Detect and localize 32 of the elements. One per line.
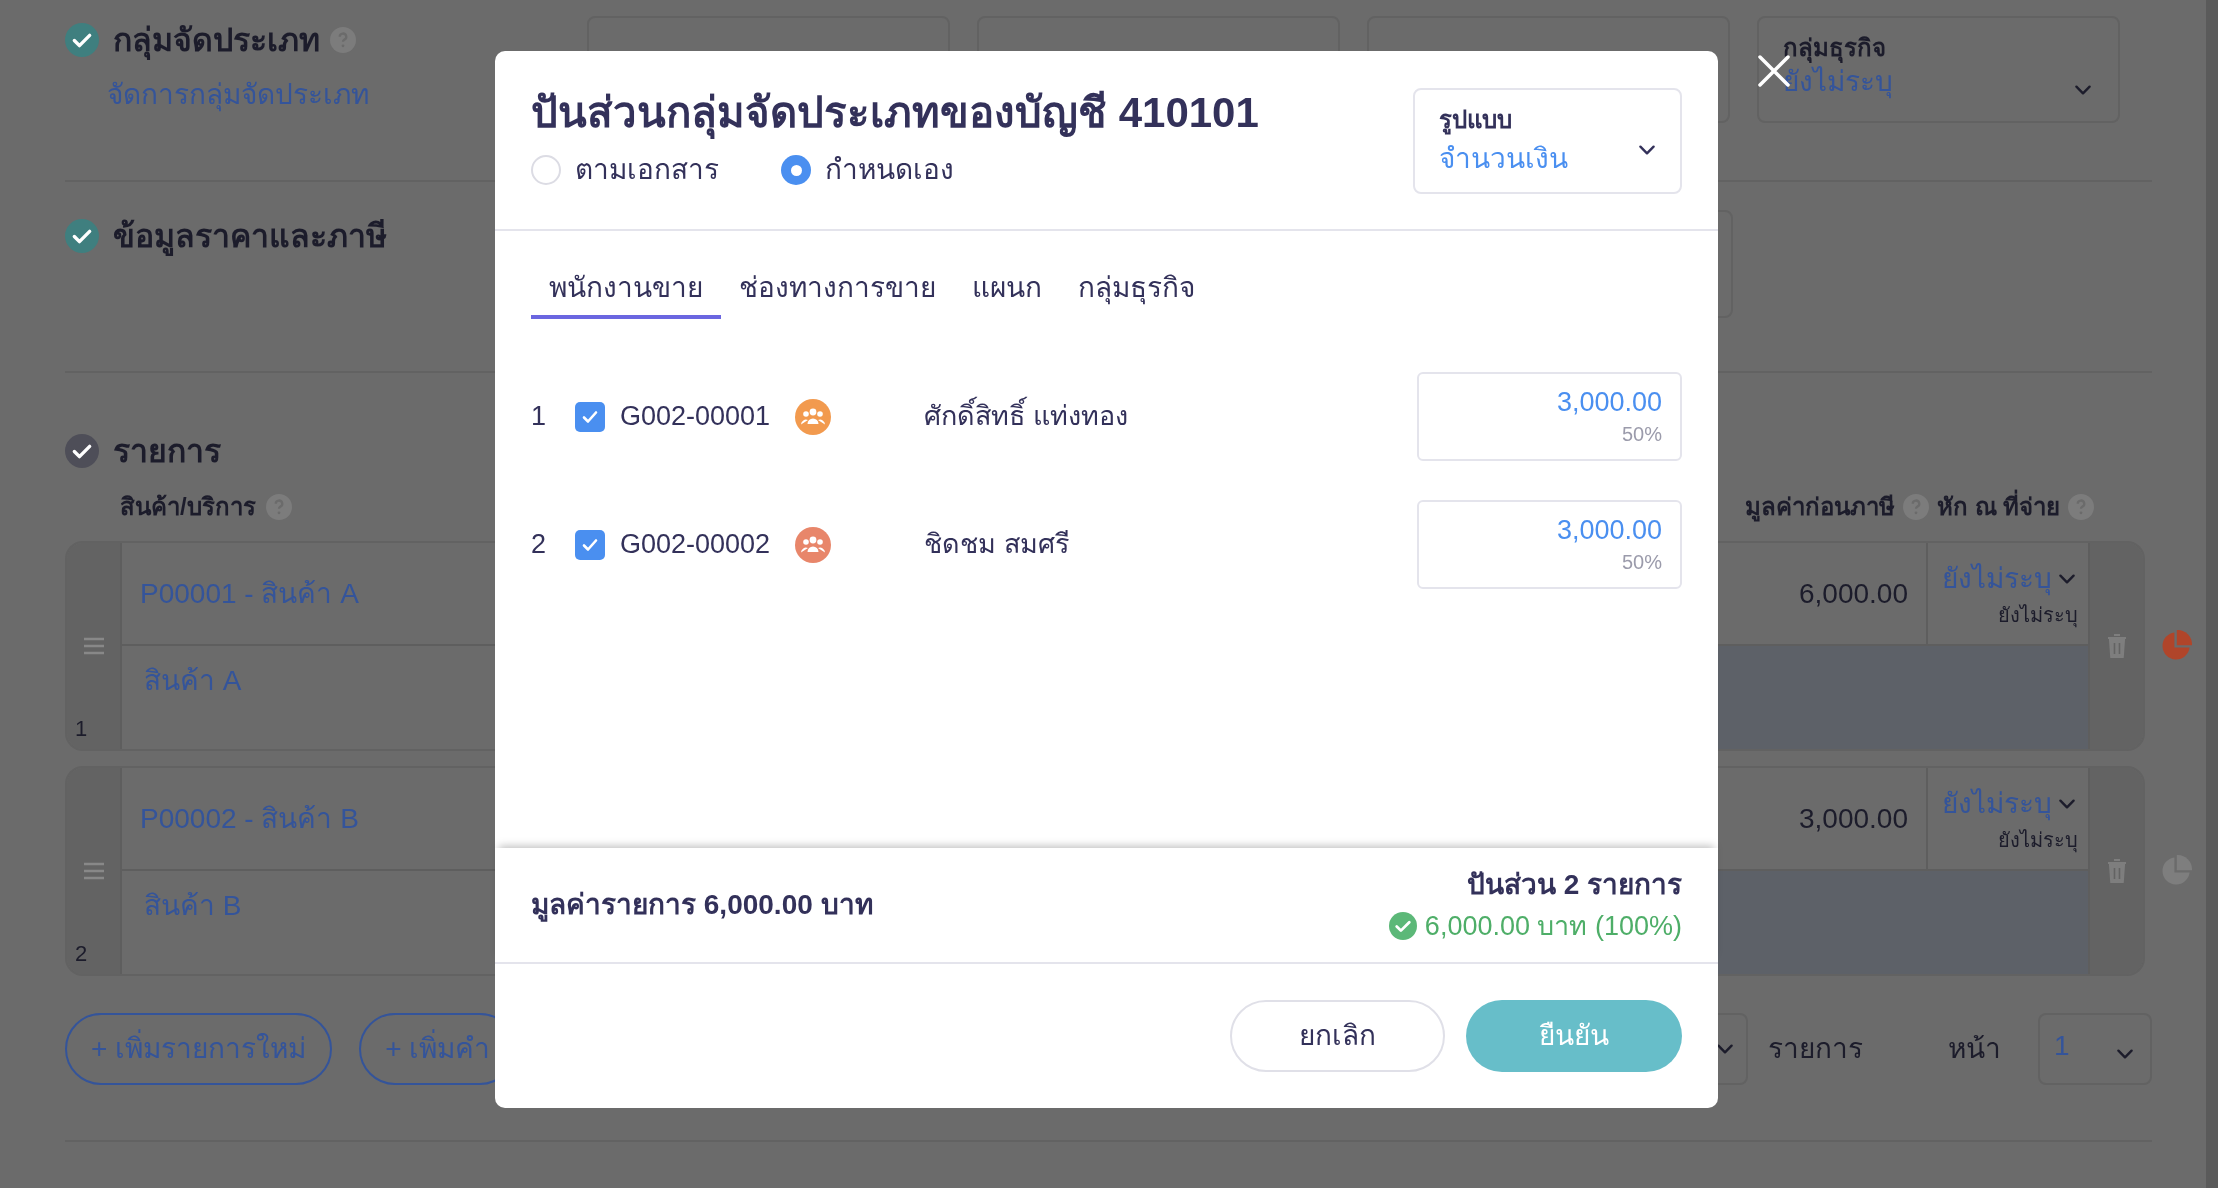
section-title: ข้อมูลราคาและภาษี xyxy=(113,217,387,258)
withholding-note: ยังไม่ระบุ xyxy=(1998,602,2078,630)
field-value: จำนวนเงิน xyxy=(1439,142,1568,176)
field-value: ยังไม่ระบุ xyxy=(1783,66,1893,98)
radio-label: ตามเอกสาร xyxy=(575,153,719,187)
section-title: กลุ่มจัดประเภท xyxy=(113,21,320,62)
amount-cell-text: 3,000.00 xyxy=(1799,801,1908,836)
radio-label: กำหนดเอง xyxy=(825,153,954,187)
withholding-note: ยังไม่ระบุ xyxy=(1998,827,2078,855)
amount-cell-text: 6,000.00 xyxy=(1799,576,1908,611)
salesperson-name: ศักดิ์สิทธิ์ แท่งทอง xyxy=(924,396,1417,437)
percent-label: 50% xyxy=(1621,549,1662,575)
allocation-status: 6,000.00 บาท (100%) xyxy=(1424,909,1682,943)
salesperson-name: ชิดชม สมศรี xyxy=(924,528,1071,562)
row-number: 1 xyxy=(75,715,88,743)
row-number: 1 xyxy=(531,400,548,434)
percent-label: 50% xyxy=(1621,421,1662,447)
allocation-summary: ปันส่วน 2 รายการ xyxy=(1466,867,1682,902)
group-code: G002-00002 xyxy=(620,528,772,562)
row-number: 2 xyxy=(531,528,548,562)
dialog-title: ปันส่วนกลุ่มจัดประเภทของบัญชี 410101 xyxy=(531,83,1259,143)
row-number: 2 xyxy=(75,940,88,968)
column-header: หัก ณ ที่จ่าย xyxy=(1937,489,2061,525)
group-code: G002-00001 xyxy=(620,400,772,434)
section-title: รายการ xyxy=(113,432,221,471)
column-header: สินค้า/บริการ xyxy=(120,492,256,522)
total-label: มูลค่ารายการ 6,000.00 บาท xyxy=(531,888,873,924)
field-label: รูปแบบ xyxy=(1439,105,1513,137)
column-header: มูลค่าก่อนภาษี xyxy=(1745,492,1895,524)
field-label: กลุ่มธุรกิจ xyxy=(1783,33,1887,65)
page-label: หน้า xyxy=(1948,1032,2002,1066)
rows-label: รายการ xyxy=(1768,1032,1864,1066)
